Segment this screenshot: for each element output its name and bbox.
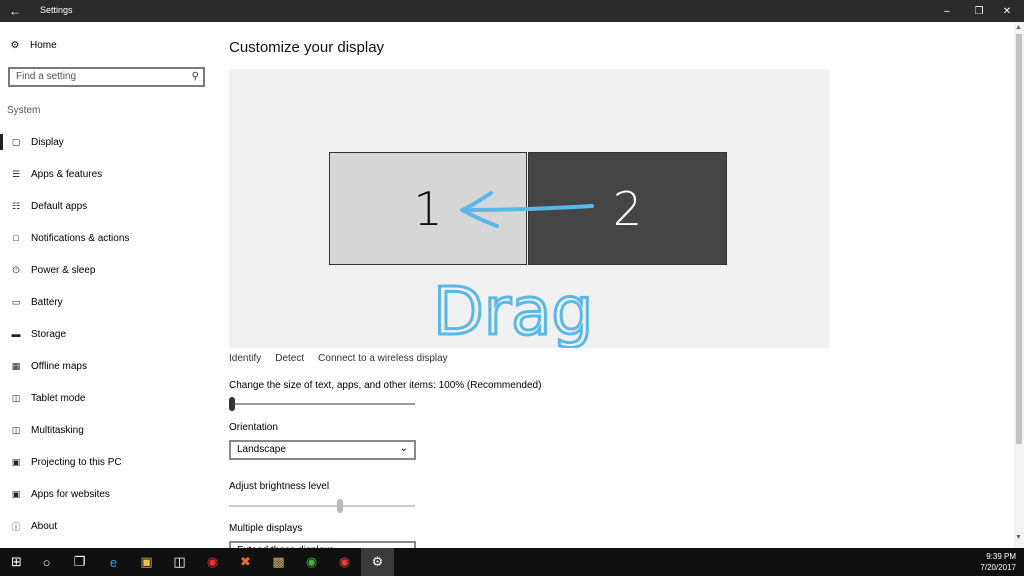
sidebar-item-label: Notifications & actions xyxy=(31,232,130,244)
scale-slider[interactable] xyxy=(229,397,415,411)
monitor-2-tile[interactable]: 2 xyxy=(528,152,727,265)
sidebar-item-offline-maps[interactable]: ▦ Offline maps xyxy=(0,350,212,382)
sidebar-item-label: Offline maps xyxy=(31,360,87,372)
search-input[interactable]: Find a setting ⚲ xyxy=(8,67,205,87)
map-icon: ▦ xyxy=(11,360,21,371)
info-icon: ⓘ xyxy=(11,521,21,532)
store-icon[interactable]: ◫ xyxy=(163,548,196,576)
brightness-label: Adjust brightness level xyxy=(229,481,330,492)
chevron-down-icon: ⌄ xyxy=(399,443,408,454)
orientation-dropdown[interactable]: Landscape ⌄ xyxy=(229,440,416,460)
multiple-displays-label: Multiple displays xyxy=(229,523,303,534)
list-icon: ☰ xyxy=(11,168,21,179)
cortana-icon[interactable]: ○ xyxy=(30,548,63,576)
settings-gear-icon[interactable]: ⚙ xyxy=(361,548,394,576)
clock-time: 9:39 PM xyxy=(986,552,1016,561)
sidebar-item-label: Storage xyxy=(31,328,67,340)
sidebar-item-label: Default apps xyxy=(31,200,88,212)
storage-icon: ▬ xyxy=(11,329,21,339)
file-explorer-icon[interactable]: ▣ xyxy=(130,548,163,576)
battery-icon: ▭ xyxy=(11,296,21,307)
sidebar-item-label: Tablet mode xyxy=(31,392,86,404)
sidebar-item-label: Multitasking xyxy=(31,424,84,436)
search-icon[interactable]: ⚲ xyxy=(192,71,199,82)
app-icon[interactable]: ▩ xyxy=(262,548,295,576)
sidebar-item-tablet-mode[interactable]: ◫ Tablet mode xyxy=(0,382,212,414)
gear-icon: ⚙ xyxy=(10,40,20,51)
sidebar-item-apps-websites[interactable]: ▣ Apps for websites xyxy=(0,478,212,510)
sidebar-item-notifications[interactable]: □ Notifications & actions xyxy=(0,222,212,254)
monitor-1-tile[interactable]: 1 xyxy=(329,152,527,265)
sidebar-item-storage[interactable]: ▬ Storage xyxy=(0,318,212,350)
brightness-slider-thumb[interactable] xyxy=(337,499,343,513)
display-arrangement-area: 1 2 Drag xyxy=(229,69,829,348)
identify-link[interactable]: Identify xyxy=(229,353,261,364)
default-apps-icon: ☷ xyxy=(11,200,21,211)
monitor-1-number: 1 xyxy=(413,181,443,236)
sidebar-item-label: About xyxy=(31,520,58,532)
home-label: Home xyxy=(30,40,57,51)
tablet-icon: ◫ xyxy=(11,392,21,403)
edge-icon[interactable]: e xyxy=(97,548,130,576)
search-placeholder: Find a setting xyxy=(16,71,77,82)
sidebar-item-display[interactable]: ▢ Display xyxy=(0,126,212,158)
sidebar-item-label: Battery xyxy=(31,296,63,308)
creative-cloud-icon[interactable]: ◉ xyxy=(196,548,229,576)
sidebar-item-projecting[interactable]: ▣ Projecting to this PC xyxy=(0,446,212,478)
wireless-display-link[interactable]: Connect to a wireless display xyxy=(318,353,448,364)
sidebar-item-label: Power & sleep xyxy=(31,264,96,276)
sidebar-item-label: Apps for websites xyxy=(31,488,110,500)
monitor-2-number: 2 xyxy=(612,181,643,236)
home-nav-item[interactable]: ⚙ Home xyxy=(8,40,57,51)
scrollbar[interactable]: ▲ ▼ xyxy=(1014,22,1024,548)
page-title: Customize your display xyxy=(229,39,385,56)
orientation-value: Landscape xyxy=(237,444,286,455)
detect-link[interactable]: Detect xyxy=(275,353,304,364)
window-title: Settings xyxy=(40,5,73,15)
scale-label: Change the size of text, apps, and other… xyxy=(229,380,542,391)
sidebar-item-label: Projecting to this PC xyxy=(31,456,122,468)
main-content: Customize your display 1 2 Drag Identify… xyxy=(212,22,1012,561)
scale-slider-track xyxy=(229,403,415,405)
back-arrow-icon[interactable]: ← xyxy=(0,0,30,22)
chrome-icon[interactable]: ◉ xyxy=(295,548,328,576)
sidebar-item-default-apps[interactable]: ☷ Default apps xyxy=(0,190,212,222)
sidebar-item-about[interactable]: ⓘ About xyxy=(0,510,212,542)
drag-annotation-text: Drag xyxy=(433,273,593,348)
monitor-icon: ▢ xyxy=(11,136,21,147)
clock-date: 7/20/2017 xyxy=(980,563,1016,572)
sidebar-item-label: Display xyxy=(31,136,64,148)
taskbar: ⊞ ○ ❐ e ▣ ◫ ◉ ✖ ▩ ◉ ◉ ⚙ 9:39 PM 7/20/201… xyxy=(0,548,1024,576)
nav-list: ▢ Display ☰ Apps & features ☷ Default apps … xyxy=(0,126,212,542)
sidebar-item-power-sleep[interactable]: ⏻ Power & sleep xyxy=(0,254,212,286)
start-icon[interactable]: ⊞ xyxy=(0,548,33,576)
sidebar-item-multitasking[interactable]: ◫ Multitasking xyxy=(0,414,212,446)
sidebar-item-label: Apps & features xyxy=(31,168,103,180)
xampp-icon[interactable]: ✖ xyxy=(229,548,262,576)
power-icon: ⏻ xyxy=(12,264,20,275)
projecting-icon: ▣ xyxy=(11,456,21,467)
system-clock[interactable]: 9:39 PM 7/20/2017 xyxy=(980,551,1016,573)
brightness-slider-track xyxy=(229,505,415,507)
title-bar: ← Settings – ❐ ✕ xyxy=(0,0,1024,22)
websites-icon: ▣ xyxy=(11,488,21,499)
brightness-slider[interactable] xyxy=(229,499,415,513)
orientation-label: Orientation xyxy=(229,422,278,433)
scale-slider-thumb[interactable] xyxy=(229,397,235,411)
chrome-icon-2[interactable]: ◉ xyxy=(328,548,361,576)
task-view-icon[interactable]: ❐ xyxy=(63,548,96,576)
close-icon[interactable]: ✕ xyxy=(990,0,1024,22)
section-label: System xyxy=(7,105,41,116)
scroll-up-icon[interactable]: ▲ xyxy=(1015,24,1022,31)
display-links: Identify Detect Connect to a wireless di… xyxy=(229,353,448,364)
minimize-icon[interactable]: – xyxy=(930,0,964,22)
sidebar-item-apps-features[interactable]: ☰ Apps & features xyxy=(0,158,212,190)
sidebar: ⚙ Home Find a setting ⚲ System ▢ Display … xyxy=(0,22,212,548)
scrollbar-thumb[interactable] xyxy=(1016,34,1022,444)
multitasking-icon: ◫ xyxy=(11,424,21,435)
scroll-down-icon[interactable]: ▼ xyxy=(1015,534,1022,541)
message-icon: □ xyxy=(13,233,19,243)
sidebar-item-battery[interactable]: ▭ Battery xyxy=(0,286,212,318)
